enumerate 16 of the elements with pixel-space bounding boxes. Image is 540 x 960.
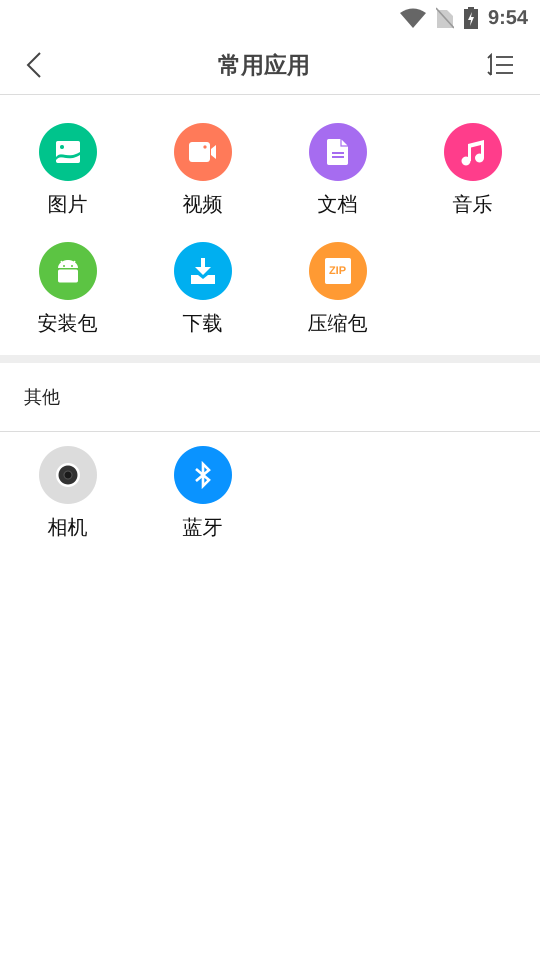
app-shortcut[interactable]: 视频 [135,123,270,218]
no-sim-icon [436,7,454,29]
app-shortcut[interactable]: 相机 [0,446,135,541]
app-shortcut[interactable]: 文档 [270,123,405,218]
clock-time: 9:54 [488,6,528,30]
app-shortcut[interactable]: 蓝牙 [135,446,270,541]
zip-text: ZIP [324,258,350,284]
app-shortcut[interactable]: 音乐 [405,123,540,218]
app-shortcut[interactable]: 图片 [0,123,135,218]
app-shortcut[interactable]: ZIP 压缩包 [270,242,405,337]
page-title: 常用应用 [218,52,310,80]
app-shortcut[interactable]: 下载 [135,242,270,337]
app-shortcut[interactable]: 安装包 [0,242,135,337]
section-title: 其他 [24,386,60,409]
battery-charging-icon [464,7,478,29]
wifi-icon [400,8,426,28]
